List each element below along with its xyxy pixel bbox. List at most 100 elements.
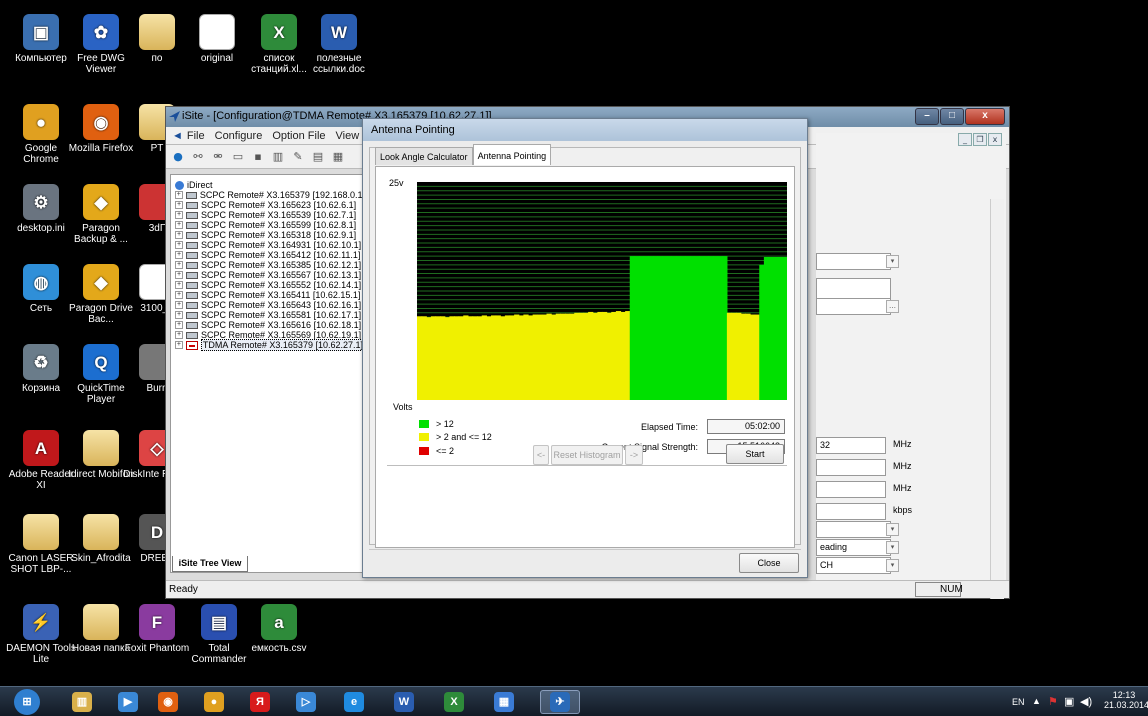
tree-view[interactable]: iDirect + SCPC Remote# X3.165379 [192.168… (170, 174, 366, 573)
menu-view[interactable]: View (336, 130, 360, 142)
tree-node[interactable]: + SCPC Remote# X3.165539 [10.62.7.1] (175, 210, 365, 220)
globe-icon[interactable]: ● (170, 149, 186, 165)
config-dropdown-4[interactable]: CH (816, 557, 891, 574)
tree-node[interactable]: + SCPC Remote# X3.165552 [10.62.14.1] (175, 280, 365, 290)
taskbar-app-yandex[interactable]: Я (240, 690, 280, 714)
tab-look-angle-calculator[interactable]: Look Angle Calculator (375, 147, 473, 165)
taskbar-app-start[interactable]: ⊞ (8, 689, 46, 715)
mdi-close-button[interactable]: x (988, 133, 1002, 146)
prev-button[interactable]: <- (533, 445, 549, 465)
close-window-button[interactable]: x (965, 108, 1005, 125)
network-icon[interactable]: ▣ (1064, 695, 1074, 708)
report-icon[interactable]: ▦ (330, 149, 346, 165)
tree-node[interactable]: + SCPC Remote# X3.165616 [10.62.18.1] (175, 320, 365, 330)
taskbar-app-chrome[interactable]: ● (194, 690, 234, 714)
start-button[interactable]: Start (726, 444, 784, 464)
frequency-field-3[interactable] (816, 481, 886, 498)
tree-node[interactable]: + SCPC Remote# X3.165599 [10.62.8.1] (175, 220, 365, 230)
taskbar-app-excel[interactable]: X (434, 690, 474, 714)
chevron-down-icon[interactable]: ▾ (886, 541, 899, 554)
config-field-2[interactable] (816, 298, 891, 315)
mdi-minimize-button[interactable]: _ (958, 133, 972, 146)
tree-node[interactable]: + SCPC Remote# X3.165379 [192.168.0.1] (175, 190, 365, 200)
tree-node[interactable]: + SCPC Remote# X3.165581 [10.62.17.1] (175, 310, 365, 320)
show-hidden-icons-icon[interactable]: ▲ (1032, 696, 1041, 706)
tree-node[interactable]: + SCPC Remote# X3.165567 [10.62.13.1] (175, 270, 365, 280)
taskbar-app-app2[interactable]: ▶ (108, 690, 148, 714)
expand-icon[interactable]: + (175, 321, 183, 329)
expand-icon[interactable]: + (175, 201, 183, 209)
clock[interactable]: 12:13 21.03.2014 (1104, 690, 1148, 710)
open-icon[interactable]: ▭ (230, 149, 246, 165)
menu-configure[interactable]: Configure (215, 130, 263, 142)
dialog-title[interactable]: Antenna Pointing (363, 119, 807, 141)
tools-icon[interactable]: ▤ (310, 149, 326, 165)
chevron-down-icon[interactable]: ▾ (886, 559, 899, 572)
close-button[interactable]: Close (739, 553, 799, 573)
tree-root[interactable]: iDirect (175, 180, 365, 190)
tree-node[interactable]: + SCPC Remote# X3.165643 [10.62.16.1] (175, 300, 365, 310)
tree-node[interactable]: + SCPC Remote# X3.165412 [10.62.11.1] (175, 250, 365, 260)
skin-icon (83, 514, 119, 550)
minimize-button[interactable]: – (915, 108, 939, 125)
action-center-icon[interactable]: ⚑ (1048, 695, 1058, 708)
chevron-down-icon[interactable]: ▾ (886, 523, 899, 536)
tree-node[interactable]: + SCPC Remote# X3.165411 [10.62.15.1] (175, 290, 365, 300)
tab-antenna-pointing[interactable]: Antenna Pointing (472, 144, 552, 165)
taskbar-app-explorer[interactable]: ▥ (62, 690, 102, 714)
tab-isite-tree-view[interactable]: iSite Tree View (172, 556, 248, 572)
expand-icon[interactable]: + (175, 301, 183, 309)
config-scrollbar[interactable] (990, 199, 1004, 599)
config-dropdown-3[interactable]: eading (816, 539, 891, 556)
menu-option-file[interactable]: Option File (272, 130, 325, 142)
taskbar-app-isite[interactable]: ✈ (540, 690, 580, 714)
tree-node[interactable]: + SCPC Remote# X3.165318 [10.62.9.1] (175, 230, 365, 240)
expand-icon[interactable]: + (175, 261, 183, 269)
expand-icon[interactable]: + (175, 281, 183, 289)
expand-icon[interactable]: + (175, 291, 183, 299)
expand-icon[interactable]: + (175, 221, 183, 229)
config-dropdown-1[interactable] (816, 253, 891, 270)
menu-file[interactable]: File (187, 130, 205, 142)
expand-icon[interactable]: + (175, 241, 183, 249)
chevron-down-icon[interactable]: ▾ (886, 255, 899, 268)
expand-icon[interactable]: + (175, 331, 183, 339)
expand-icon[interactable]: + (175, 311, 183, 319)
maximize-button[interactable]: □ (940, 108, 964, 125)
expand-icon[interactable]: + (175, 271, 183, 279)
tree-node[interactable]: + SCPC Remote# X3.165623 [10.62.6.1] (175, 200, 365, 210)
next-button[interactable]: -> (625, 445, 643, 465)
language-indicator[interactable]: EN (1012, 697, 1025, 707)
expand-icon[interactable]: + (175, 251, 183, 259)
frequency-field-1[interactable]: 32 (816, 437, 886, 454)
edit-icon[interactable]: ✎ (290, 149, 306, 165)
volume-icon[interactable]: ◀) (1080, 695, 1092, 708)
save-icon[interactable]: ▪ (250, 149, 266, 165)
taskbar-app-word[interactable]: W (384, 690, 424, 714)
expand-icon[interactable]: + (175, 231, 183, 239)
config-dropdown-2[interactable] (816, 521, 891, 538)
expand-icon[interactable]: + (175, 341, 183, 349)
rate-field[interactable] (816, 503, 886, 520)
taskbar-app-calc[interactable]: ▦ (484, 690, 524, 714)
tree-node[interactable]: + SCPC Remote# X3.165385 [10.62.12.1] (175, 260, 365, 270)
mdi-app-icon[interactable]: ◄ (172, 130, 183, 142)
mdi-restore-button[interactable]: ❐ (973, 133, 987, 146)
reset-histogram-button[interactable]: Reset Histogram (551, 445, 623, 465)
tree-node-tdma-selected[interactable]: + TDMA Remote# X3.165379 [10.62.27.1] (175, 339, 365, 351)
desktop-icon-original[interactable]: original (182, 14, 252, 64)
taskbar-app-ie[interactable]: e (334, 690, 374, 714)
desktop-icon-foxit[interactable]: F Foxit Phantom (122, 604, 192, 654)
browse-button[interactable]: … (886, 300, 899, 313)
taskbar-app-firefox[interactable]: ◉ (148, 690, 188, 714)
frequency-field-2[interactable] (816, 459, 886, 476)
layout-icon[interactable]: ▥ (270, 149, 286, 165)
disconnect-icon[interactable]: ⚮ (210, 149, 226, 165)
tree-node[interactable]: + SCPC Remote# X3.164931 [10.62.10.1] (175, 240, 365, 250)
desktop-icon-poleznye[interactable]: Wполезные ссылки.doc (304, 14, 374, 75)
expand-icon[interactable]: + (175, 211, 183, 219)
connect-icon[interactable]: ⚯ (190, 149, 206, 165)
expand-icon[interactable]: + (175, 191, 183, 199)
desktop-icon-emkost[interactable]: a емкость.csv (244, 604, 314, 654)
taskbar-app-media[interactable]: ▷ (286, 690, 326, 714)
